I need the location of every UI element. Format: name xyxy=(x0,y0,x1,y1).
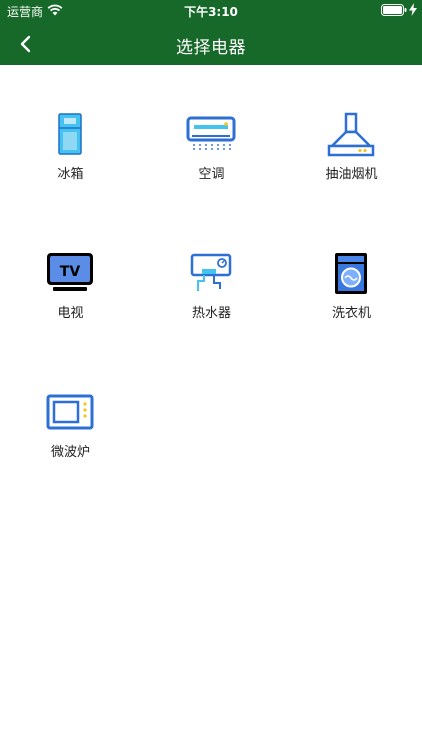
range-hood-icon xyxy=(327,112,375,157)
tv-icon: TV xyxy=(47,253,93,291)
appliance-label: 热水器 xyxy=(191,306,231,321)
battery-icon xyxy=(381,4,407,19)
appliance-label: 抽油烟机 xyxy=(325,167,378,182)
page-title: 选择电器 xyxy=(176,38,246,58)
washing-machine-icon xyxy=(335,253,367,294)
appliance-range-hood[interactable]: 抽油烟机 xyxy=(281,112,422,222)
appliance-label: 微波炉 xyxy=(50,445,90,460)
charging-icon xyxy=(409,3,417,19)
appliance-washing-machine[interactable]: 洗衣机 xyxy=(281,251,422,361)
appliance-water-heater[interactable]: 热水器 xyxy=(141,251,282,361)
appliance-tv[interactable]: TV 电视 xyxy=(0,251,141,361)
app-header: 运营商 下午3:10 选择电器 xyxy=(0,0,422,65)
appliance-fridge[interactable]: 冰箱 xyxy=(0,112,141,222)
appliance-label: 空调 xyxy=(198,167,225,182)
appliance-air-conditioner[interactable]: 空调 xyxy=(141,112,282,222)
fridge-icon xyxy=(58,113,82,155)
appliance-label: 电视 xyxy=(57,306,84,321)
appliance-label: 冰箱 xyxy=(57,167,84,182)
navigation-bar: 选择电器 xyxy=(0,22,422,65)
microwave-icon xyxy=(46,394,94,430)
status-bar: 运营商 下午3:10 xyxy=(0,0,422,22)
svg-text:TV: TV xyxy=(60,264,81,280)
air-conditioner-icon xyxy=(186,116,236,150)
appliance-microwave[interactable]: 微波炉 xyxy=(0,390,141,500)
appliance-label: 洗衣机 xyxy=(331,306,371,321)
status-time: 下午3:10 xyxy=(184,5,238,19)
water-heater-icon xyxy=(190,253,232,291)
